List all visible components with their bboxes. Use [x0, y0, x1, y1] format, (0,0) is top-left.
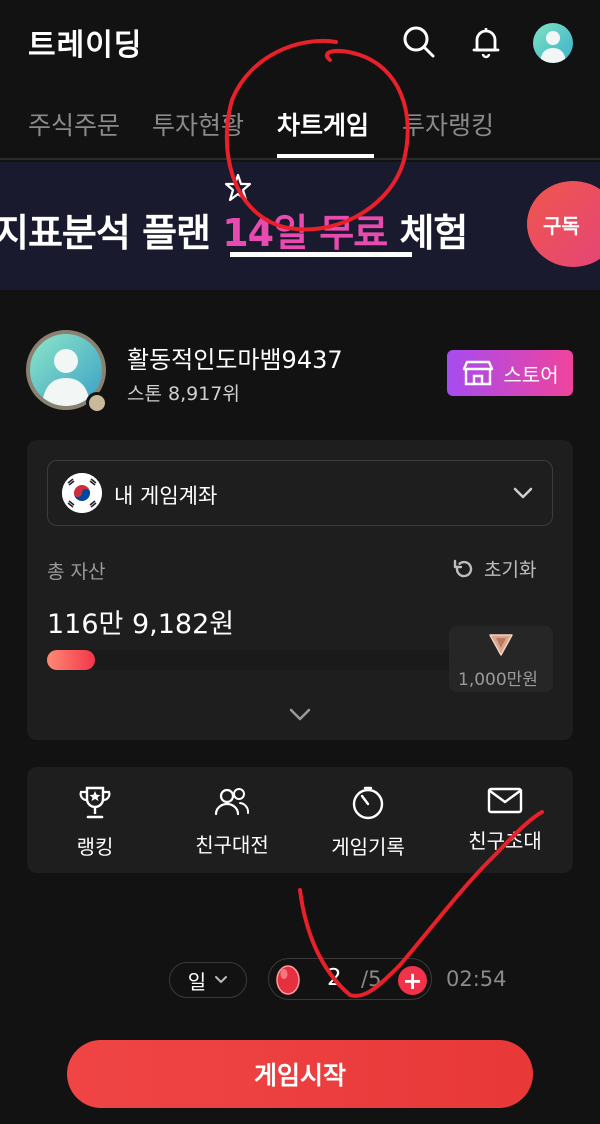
subscribe-badge-label: 구독	[543, 213, 580, 238]
profile-status-dot	[86, 392, 108, 414]
add-energy-button[interactable]: +	[398, 966, 427, 995]
trophy-icon	[79, 786, 111, 819]
store-icon	[463, 360, 494, 386]
store-button[interactable]: 스토어	[447, 350, 573, 396]
energy-count: 2	[327, 965, 342, 991]
plus-icon: +	[402, 966, 423, 995]
tab-investment-status[interactable]: 투자현황	[152, 106, 244, 142]
store-button-label: 스토어	[503, 362, 559, 387]
menu-invite-friend-label: 친구초대	[468, 829, 542, 853]
period-select-label: 일	[187, 969, 207, 994]
timer-icon	[352, 786, 384, 820]
banner-text-after: 체험	[387, 211, 468, 255]
menu-friend-battle[interactable]: 친구대전	[172, 785, 292, 865]
search-icon[interactable]	[399, 22, 439, 62]
star-icon	[224, 173, 252, 202]
tab-stock-order[interactable]: 주식주문	[28, 106, 120, 142]
menu-ranking-label: 랭킹	[76, 835, 114, 859]
expand-chevron-icon[interactable]	[288, 705, 312, 725]
avatar[interactable]	[533, 23, 573, 63]
banner-text-before: 지표분석 플랜	[0, 211, 223, 255]
total-asset-value: 116만 9,182원	[47, 609, 235, 640]
people-icon	[214, 788, 250, 816]
reset-button[interactable]: 초기화	[452, 555, 536, 582]
total-asset-label: 총 자산	[47, 561, 106, 583]
energy-max: /5	[361, 967, 382, 991]
energy-egg-icon	[276, 965, 300, 995]
rank-text: 스톤 8,917위	[127, 383, 240, 405]
banner-underline	[230, 252, 412, 257]
tab-investment-ranking[interactable]: 투자랭킹	[402, 106, 494, 142]
banner-highlight: 14일 무료	[222, 211, 388, 255]
banner-text: 지표분석 플랜 14일 무료 체험	[0, 202, 468, 257]
reset-label: 초기화	[484, 559, 537, 581]
reset-icon	[453, 559, 473, 577]
top-bar: 트레이딩	[0, 0, 600, 90]
bell-icon[interactable]	[466, 22, 506, 62]
mail-icon	[487, 787, 523, 814]
korea-flag-icon	[62, 473, 102, 513]
page-title: 트레이딩	[28, 28, 143, 63]
menu-game-history[interactable]: 게임기록	[308, 785, 428, 865]
account-select-label: 내 게임계좌	[114, 484, 218, 508]
menu-game-history-label: 게임기록	[331, 835, 405, 859]
chevron-down-icon	[215, 976, 228, 984]
chevron-down-icon[interactable]	[510, 480, 536, 506]
target-goal-label: 1,000만원	[458, 670, 538, 690]
active-tab-indicator	[277, 154, 374, 158]
nickname: 활동적인도마뱀9437	[127, 346, 343, 374]
menu-invite-friend[interactable]: 친구초대	[445, 785, 565, 865]
menu-ranking[interactable]: 랭킹	[35, 785, 155, 865]
tab-chart-game[interactable]: 차트게임	[277, 106, 369, 142]
start-game-label: 게임시작	[253, 1061, 346, 1090]
goal-marker-icon	[489, 634, 513, 656]
asset-progress-track	[47, 650, 457, 670]
tab-bar: 주식주문 투자현황 차트게임 투자랭킹	[0, 90, 600, 160]
promo-banner[interactable]: 지표분석 플랜 14일 무료 체험	[0, 162, 600, 290]
energy-timer: 02:54	[446, 967, 507, 991]
menu-friend-battle-label: 친구대전	[195, 833, 269, 857]
period-select[interactable]: 일	[169, 962, 247, 998]
start-game-button[interactable]: 게임시작	[67, 1040, 533, 1108]
asset-progress-fill	[47, 650, 95, 670]
